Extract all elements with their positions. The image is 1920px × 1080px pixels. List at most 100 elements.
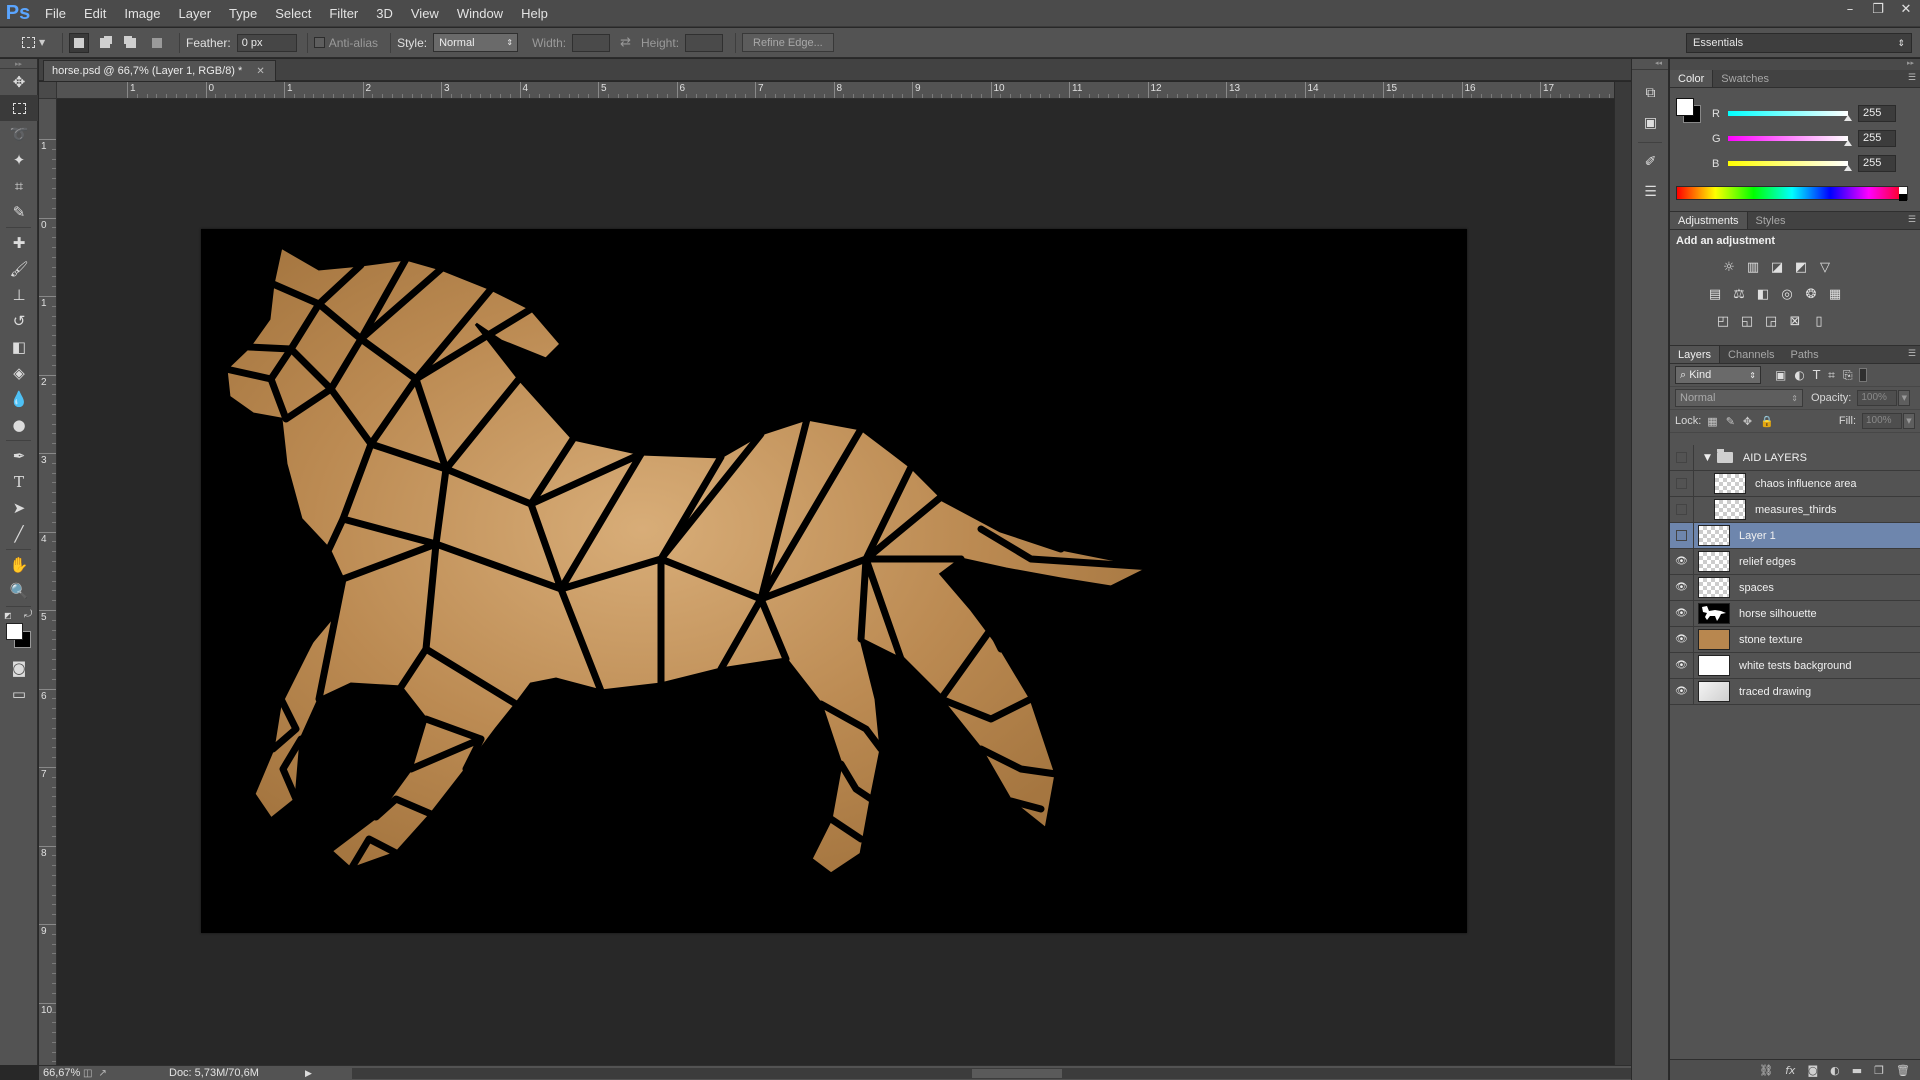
rectangular-marquee-tool-icon[interactable]	[0, 95, 38, 121]
green-slider[interactable]	[1728, 136, 1852, 146]
tab-color[interactable]: Color	[1670, 70, 1714, 87]
hand-tool-icon[interactable]: ✋	[0, 552, 38, 578]
close-icon[interactable]: ✕	[256, 66, 264, 77]
zoom-tool-icon[interactable]: 🔍	[0, 578, 38, 604]
canvas-area[interactable]	[57, 99, 1614, 1065]
opacity-input[interactable]: 100%	[1857, 390, 1898, 406]
lasso-tool-icon[interactable]: ➰	[0, 121, 38, 147]
layer-row-chaos-influence-area[interactable]: chaos influence area	[1670, 470, 1920, 497]
path-selection-tool-icon[interactable]: ➤	[0, 495, 38, 521]
slider-thumb[interactable]	[1844, 115, 1852, 121]
menu-3d[interactable]: 3D	[367, 0, 402, 27]
crop-tool-icon[interactable]: ⌗	[0, 173, 38, 199]
document-tab[interactable]: horse.psd @ 66,7% (Layer 1, RGB/8) * ✕	[43, 60, 276, 81]
menu-help[interactable]: Help	[512, 0, 557, 27]
tab-layers[interactable]: Layers	[1670, 346, 1721, 363]
chevron-down-icon[interactable]: ▼	[1903, 413, 1915, 429]
add-mask-icon[interactable]: ◙	[1807, 1064, 1818, 1077]
zoom-level[interactable]: 66,67%	[39, 1067, 83, 1079]
dodge-tool-icon[interactable]: ●	[0, 412, 38, 438]
color-spectrum-ramp[interactable]	[1676, 186, 1908, 201]
posterize-icon[interactable]: ◱	[1738, 312, 1756, 330]
slider-thumb[interactable]	[1844, 165, 1852, 171]
blue-slider[interactable]	[1728, 161, 1852, 171]
canvas-vertical-scrollbar[interactable]	[1614, 82, 1631, 1065]
selective-color-icon[interactable]: ⊠	[1786, 312, 1804, 330]
ruler-origin[interactable]	[39, 82, 57, 99]
style-select[interactable]: Normal ⇕	[433, 33, 519, 52]
smart-object-filter-icon[interactable]: ⎘	[1843, 368, 1853, 383]
canvas-horizontal-scrollbar[interactable]	[351, 1067, 1631, 1079]
paint-bucket-tool-icon[interactable]: ◈	[0, 360, 38, 386]
type-tool-icon[interactable]: T	[0, 469, 38, 495]
photo-filter-icon[interactable]: ◎	[1778, 285, 1796, 303]
panel-collapse-grip[interactable]: ▸▸	[0, 59, 37, 69]
color-balance-icon[interactable]: ⚖	[1730, 285, 1748, 303]
lock-position-icon[interactable]: ✥	[1743, 415, 1752, 428]
move-tool-icon[interactable]: ✥	[0, 69, 38, 95]
adjustment-layer-filter-icon[interactable]: ◐	[1794, 368, 1804, 383]
refine-edge-button[interactable]: Refine Edge...	[742, 33, 834, 52]
visibility-toggle[interactable]: 👁	[1670, 652, 1694, 679]
minimize-button[interactable]: –	[1836, 0, 1864, 18]
tool-presets-icon[interactable]: ☰	[1632, 177, 1669, 207]
foreground-color-swatch[interactable]	[1676, 98, 1694, 116]
black-white-icon[interactable]: ◧	[1754, 285, 1772, 303]
red-value[interactable]: 255	[1858, 105, 1896, 122]
layer-group-row[interactable]: ▼ AID LAYERS	[1670, 444, 1920, 471]
green-value[interactable]: 255	[1858, 130, 1896, 147]
threshold-icon[interactable]: ◲	[1762, 312, 1780, 330]
brightness-contrast-icon[interactable]: ☼	[1720, 258, 1738, 276]
visibility-toggle[interactable]: 👁	[1670, 626, 1694, 653]
new-selection-button[interactable]	[69, 32, 89, 53]
history-panel-icon[interactable]: ⧉	[1632, 78, 1669, 108]
menu-image[interactable]: Image	[115, 0, 169, 27]
width-input[interactable]	[572, 33, 611, 52]
blue-value[interactable]: 255	[1858, 155, 1896, 172]
visibility-toggle[interactable]: 👁	[1670, 574, 1694, 601]
lock-all-icon[interactable]: 🔒	[1760, 415, 1774, 428]
menu-view[interactable]: View	[402, 0, 448, 27]
visibility-toggle[interactable]	[1670, 522, 1694, 549]
document-canvas[interactable]	[201, 229, 1467, 933]
visibility-toggle[interactable]: 👁	[1670, 600, 1694, 627]
tab-swatches[interactable]: Swatches	[1713, 70, 1777, 87]
panel-menu-icon[interactable]: ☰	[1908, 349, 1916, 359]
shape-layer-filter-icon[interactable]: ⌗	[1828, 368, 1835, 383]
height-input[interactable]	[685, 33, 724, 52]
exposure-icon[interactable]: ◩	[1792, 258, 1810, 276]
visibility-toggle[interactable]	[1670, 444, 1694, 471]
red-slider[interactable]	[1728, 111, 1852, 121]
brush-presets-icon[interactable]: ✐	[1632, 147, 1669, 177]
screen-mode-icon[interactable]: ▭	[0, 681, 38, 707]
workspace-select[interactable]: Essentials ⇕	[1686, 33, 1912, 53]
panel-menu-icon[interactable]: ☰	[1908, 73, 1916, 83]
curves-icon[interactable]: ◪	[1768, 258, 1786, 276]
levels-icon[interactable]: ▥	[1744, 258, 1762, 276]
menu-select[interactable]: Select	[266, 0, 320, 27]
menu-edit[interactable]: Edit	[75, 0, 115, 27]
subtract-selection-button[interactable]	[121, 33, 141, 53]
new-layer-icon[interactable]: ❐	[1874, 1064, 1884, 1077]
menu-type[interactable]: Type	[220, 0, 266, 27]
layer-row-horse-silhouette[interactable]: 👁 horse silhouette	[1670, 600, 1920, 627]
layer-row-measures-thirds[interactable]: measures_thirds	[1670, 496, 1920, 523]
menu-filter[interactable]: Filter	[320, 0, 367, 27]
line-tool-icon[interactable]: ╱	[0, 521, 38, 547]
pen-tool-icon[interactable]: ✒	[0, 443, 38, 469]
link-layers-icon[interactable]: ⛓	[1759, 1064, 1773, 1077]
type-layer-filter-icon[interactable]: T	[1813, 368, 1820, 383]
dock-collapse-grip[interactable]: ◂◂	[1632, 59, 1668, 70]
scrollbar-thumb[interactable]	[971, 1068, 1062, 1078]
layer-row-white-tests-background[interactable]: 👁 white tests background	[1670, 652, 1920, 679]
tab-adjustments[interactable]: Adjustments	[1670, 212, 1748, 229]
vertical-ruler[interactable]: 1 0 1 2 3 4 5 6 7 8 9 10	[39, 99, 57, 1065]
new-adjustment-layer-icon[interactable]: ◐	[1830, 1064, 1840, 1077]
feather-input[interactable]: 0 px	[236, 33, 297, 52]
tab-paths[interactable]: Paths	[1783, 346, 1827, 363]
menu-layer[interactable]: Layer	[170, 0, 221, 27]
channel-mixer-icon[interactable]: ❂	[1802, 285, 1820, 303]
visibility-toggle[interactable]	[1670, 496, 1694, 523]
visibility-toggle[interactable]: 👁	[1670, 548, 1694, 575]
brush-tool-icon[interactable]: 🖌	[0, 256, 38, 282]
